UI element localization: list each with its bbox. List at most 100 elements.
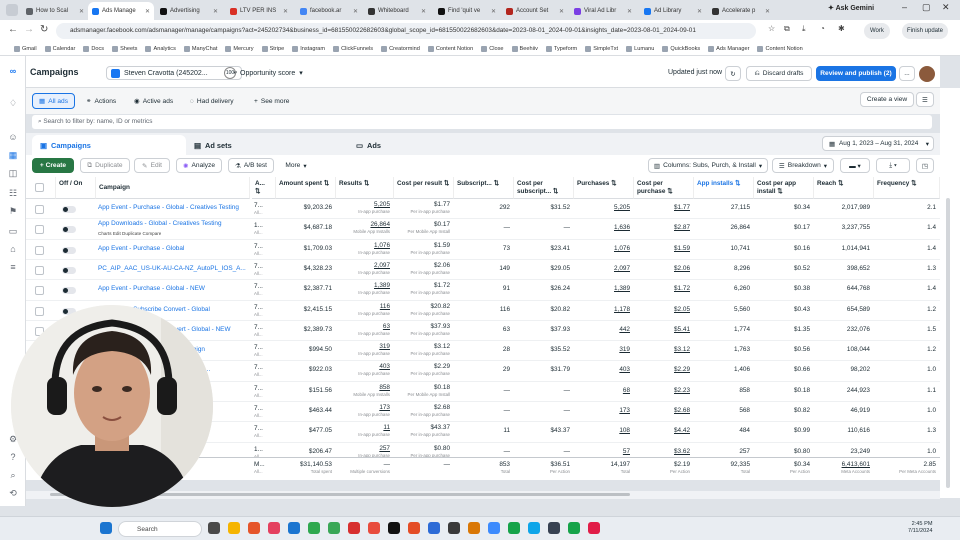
- purchases-cell[interactable]: 68: [574, 387, 630, 395]
- notion-icon[interactable]: [448, 522, 460, 534]
- row-action-duplicate[interactable]: Duplicate: [122, 231, 142, 236]
- header-amount-spent[interactable]: Amount spent ⇅: [276, 177, 336, 199]
- cost-per-purchase-cell[interactable]: $4.42: [634, 427, 690, 435]
- header-frequency[interactable]: Frequency ⇅: [874, 177, 940, 199]
- results-cell[interactable]: 858 Mobile App Installs: [336, 384, 390, 398]
- account-selector[interactable]: Steven Cravotta (245202... ▾: [106, 66, 242, 80]
- app-icon[interactable]: [508, 522, 520, 534]
- header-results[interactable]: Results ⇅: [336, 177, 394, 199]
- table-row[interactable]: App Event - Subscribe Convert - Global 7.…: [26, 301, 940, 321]
- sort-icon[interactable]: ⇅: [665, 188, 672, 195]
- purchases-cell[interactable]: 1,636: [574, 224, 630, 232]
- bookmark-item[interactable]: ClickFunnels: [333, 45, 373, 52]
- tab-adsets[interactable]: ▤ Ad sets: [186, 135, 346, 155]
- bookmark-item[interactable]: Mercury: [225, 45, 254, 52]
- header-off-on[interactable]: Off / On: [56, 177, 96, 199]
- header-subscriptions[interactable]: Subscript... ⇅: [454, 177, 514, 199]
- sort-icon[interactable]: ⇅: [551, 188, 558, 195]
- notifications-icon[interactable]: ♢: [7, 98, 19, 108]
- purchases-cell[interactable]: 1,178: [574, 306, 630, 314]
- events-icon[interactable]: ☷: [7, 188, 19, 198]
- edit-button[interactable]: ✎ Edit: [134, 158, 170, 173]
- export-dropdown[interactable]: ⤓ ▾: [876, 158, 910, 173]
- forward-icon[interactable]: →: [24, 24, 34, 35]
- bookmark-item[interactable]: Content Notion: [427, 45, 473, 52]
- bookmark-star-icon[interactable]: ☆: [768, 24, 775, 33]
- avatar[interactable]: [919, 66, 935, 82]
- results-cell[interactable]: 26,864 Mobile App Installs: [336, 221, 390, 235]
- chip-actions[interactable]: ⚭ Actions: [80, 93, 122, 109]
- app-icon[interactable]: [568, 522, 580, 534]
- delivery-toggle[interactable]: [62, 266, 76, 274]
- tab-close-icon[interactable]: ✕: [697, 8, 702, 15]
- results-cell[interactable]: 403 In-app purchase: [336, 363, 390, 377]
- sort-icon[interactable]: ⇅: [255, 188, 260, 195]
- reports-dropdown[interactable]: ▬ ▾: [840, 158, 870, 173]
- download-icon[interactable]: ⤓: [802, 24, 806, 34]
- cost-per-purchase-cell[interactable]: $2.06: [634, 265, 690, 273]
- results-cell[interactable]: 2,097 In-app purchase: [336, 262, 390, 276]
- app-icon[interactable]: [528, 522, 540, 534]
- purchases-cell[interactable]: 5,205: [574, 204, 630, 212]
- browser-tab[interactable]: How to Scal ✕: [22, 2, 88, 20]
- system-clock[interactable]: 2:45 PM 7/11/2024: [908, 521, 932, 535]
- sort-icon[interactable]: ⇅: [492, 180, 499, 187]
- tab-close-icon[interactable]: ✕: [213, 8, 218, 15]
- bookmark-item[interactable]: Typeform: [545, 45, 577, 52]
- tab-close-icon[interactable]: ✕: [283, 8, 288, 15]
- campaign-name-link[interactable]: App Event - Purchase - Global - Creative…: [98, 204, 252, 212]
- delivery-toggle[interactable]: [62, 206, 76, 213]
- header-purchases[interactable]: Purchases ⇅: [574, 177, 634, 199]
- ads-reporting-icon[interactable]: ⚑: [7, 206, 19, 216]
- tab-close-icon[interactable]: ✕: [145, 8, 150, 15]
- app-icon[interactable]: [388, 522, 400, 534]
- spotify-icon[interactable]: [308, 522, 320, 534]
- app-icon[interactable]: [428, 522, 440, 534]
- chip-had-delivery[interactable]: ◌ Had delivery: [184, 93, 240, 109]
- refresh-button[interactable]: ↻: [725, 66, 741, 81]
- help-icon[interactable]: ?: [7, 452, 19, 462]
- maximize-icon[interactable]: ▢: [922, 2, 931, 13]
- header-reach[interactable]: Reach ⇅: [814, 177, 874, 199]
- table-row[interactable]: App Event - Purchase - Global - NEW 7... A…: [26, 280, 940, 300]
- whatsapp-icon[interactable]: [328, 522, 340, 534]
- table-row[interactable]: PC_AIP_AAC_US-UK-AU-CA-NZ_AutoPL_IOS_A..…: [26, 260, 940, 280]
- bookmark-item[interactable]: SimpleTxt: [585, 45, 618, 52]
- settings-grid-icon[interactable]: ⌂: [7, 244, 19, 254]
- browser-tab[interactable]: LTV PER INS ✕: [226, 2, 292, 20]
- sort-icon[interactable]: ⇅: [836, 180, 843, 187]
- row-checkbox[interactable]: [35, 265, 44, 275]
- row-checkbox[interactable]: [35, 205, 44, 214]
- search-icon[interactable]: ⌕: [7, 470, 19, 480]
- cost-per-purchase-cell[interactable]: $3.62: [634, 448, 690, 456]
- analyze-button[interactable]: ✺ Analyze: [176, 158, 222, 173]
- purchases-cell[interactable]: 57: [574, 448, 630, 456]
- row-action-compare[interactable]: Compare: [142, 231, 161, 236]
- create-view-button[interactable]: Create a view: [860, 92, 914, 107]
- menu-icon[interactable]: ≡: [7, 262, 19, 272]
- chip-all-ads[interactable]: ▦ All ads: [32, 93, 76, 109]
- bookmark-item[interactable]: Content Notion: [757, 45, 803, 52]
- bookmark-item[interactable]: Stripe: [261, 45, 284, 52]
- select-all-checkbox[interactable]: [35, 183, 44, 192]
- results-cell[interactable]: 173 In-app purchase: [336, 404, 390, 418]
- purchases-cell[interactable]: 108: [574, 427, 630, 435]
- back-icon[interactable]: ←: [8, 24, 18, 35]
- reload-icon[interactable]: ↻: [40, 24, 48, 35]
- chip-see-more[interactable]: + See more: [248, 93, 295, 109]
- browser-tab[interactable]: Ads Manage ✕: [88, 2, 154, 20]
- bookmark-item[interactable]: Sheets: [112, 45, 137, 52]
- bookmark-item[interactable]: Beehiiv: [511, 45, 538, 52]
- browser-tab[interactable]: Account Set ✕: [502, 2, 568, 20]
- windows-start-icon[interactable]: [100, 522, 112, 534]
- purchases-cell[interactable]: 319: [574, 346, 630, 354]
- results-cell[interactable]: 11 In-app purchase: [336, 424, 390, 438]
- purchases-cell[interactable]: 2,097: [574, 265, 630, 273]
- results-cell[interactable]: 1,389 In-app purchase: [336, 282, 390, 296]
- breakdown-dropdown[interactable]: ☰ Breakdown ▾: [772, 158, 834, 173]
- tab-ads[interactable]: ▭ Ads: [348, 135, 508, 155]
- browser-tab[interactable]: Viral Ad Libr ✕: [570, 2, 636, 20]
- row-checkbox[interactable]: [35, 225, 44, 235]
- tab-close-icon[interactable]: ✕: [353, 8, 358, 15]
- bookmark-item[interactable]: Creatormind: [381, 45, 420, 52]
